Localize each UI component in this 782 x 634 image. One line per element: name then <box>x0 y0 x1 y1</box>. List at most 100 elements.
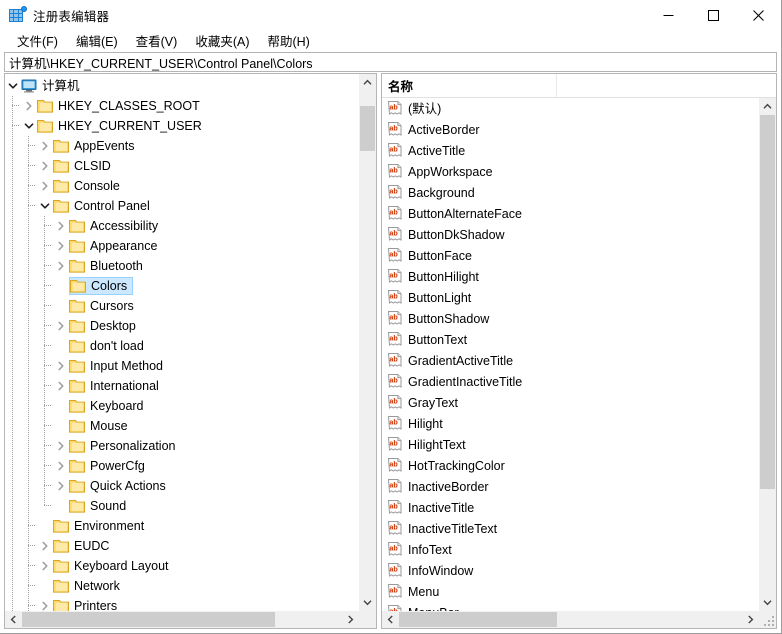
value-row[interactable]: abHilight <box>382 413 759 434</box>
tree-item-hit[interactable]: Keyboard Layout <box>37 557 174 575</box>
tree-item-desktop[interactable]: Desktop <box>5 316 359 336</box>
tree-vertical-scrollbar[interactable] <box>359 74 376 611</box>
value-row[interactable]: abButtonText <box>382 329 759 350</box>
value-row[interactable]: abInfoWindow <box>382 560 759 581</box>
menu-favorites[interactable]: 收藏夹(A) <box>186 29 258 53</box>
chevron-right-icon[interactable] <box>37 158 53 174</box>
list-hscroll-thumb[interactable] <box>399 612 557 627</box>
tree-item-network[interactable]: Network <box>5 576 359 596</box>
tree-item-appevents[interactable]: AppEvents <box>5 136 359 156</box>
value-row[interactable]: abButtonHilight <box>382 266 759 287</box>
resize-grip[interactable] <box>759 611 776 628</box>
value-row[interactable]: abMenuBar <box>382 602 759 611</box>
value-row[interactable]: abAppWorkspace <box>382 161 759 182</box>
scroll-right-icon[interactable] <box>742 611 759 628</box>
tree-item-hit[interactable]: Mouse <box>53 417 133 435</box>
tree-item-control-panel[interactable]: Control Panel <box>5 196 359 216</box>
scroll-down-icon[interactable] <box>759 594 776 611</box>
list-horizontal-scrollbar[interactable] <box>382 611 776 628</box>
tree-item-hit[interactable]: don't load <box>53 337 149 355</box>
list-vscroll-thumb[interactable] <box>760 115 775 489</box>
chevron-right-icon[interactable] <box>37 538 53 554</box>
value-row[interactable]: abMenu <box>382 581 759 602</box>
tree-item-hit[interactable]: Sound <box>53 497 131 515</box>
tree-item-hkey-current-user[interactable]: HKEY_CURRENT_USER <box>5 116 359 136</box>
tree-item-clsid[interactable]: CLSID <box>5 156 359 176</box>
tree-item-hit[interactable]: Console <box>37 177 125 195</box>
chevron-down-icon[interactable] <box>5 78 21 94</box>
scroll-left-icon[interactable] <box>5 611 22 628</box>
chevron-right-icon[interactable] <box>53 358 69 374</box>
tree-vscroll-thumb[interactable] <box>360 106 375 151</box>
tree-item-input-method[interactable]: Input Method <box>5 356 359 376</box>
tree-item-international[interactable]: International <box>5 376 359 396</box>
tree-item-accessibility[interactable]: Accessibility <box>5 216 359 236</box>
scroll-up-icon[interactable] <box>759 98 776 115</box>
tree-item-environment[interactable]: Environment <box>5 516 359 536</box>
tree-item-hit[interactable]: Appearance <box>53 237 162 255</box>
scroll-up-icon[interactable] <box>359 74 376 91</box>
tree-item-mouse[interactable]: Mouse <box>5 416 359 436</box>
chevron-right-icon[interactable] <box>53 218 69 234</box>
address-bar[interactable]: 计算机\HKEY_CURRENT_USER\Control Panel\Colo… <box>4 52 777 72</box>
tree-item-hit[interactable]: Network <box>37 577 125 595</box>
value-row[interactable]: abGradientActiveTitle <box>382 350 759 371</box>
chevron-right-icon[interactable] <box>37 558 53 574</box>
menu-help[interactable]: 帮助(H) <box>258 29 318 53</box>
value-row[interactable]: abButtonLight <box>382 287 759 308</box>
tree-item-keyboard[interactable]: Keyboard <box>5 396 359 416</box>
value-row[interactable]: ab(默认) <box>382 98 759 119</box>
menu-edit[interactable]: 编辑(E) <box>67 29 127 53</box>
tree-item-hit[interactable]: EUDC <box>37 537 114 555</box>
tree-item-hit[interactable]: Quick Actions <box>53 477 171 495</box>
tree-item-hit[interactable]: CLSID <box>37 157 116 175</box>
value-row[interactable]: abInactiveBorder <box>382 476 759 497</box>
value-row[interactable]: abInfoText <box>382 539 759 560</box>
value-row[interactable]: abInactiveTitleText <box>382 518 759 539</box>
tree-horizontal-scrollbar[interactable] <box>5 611 376 628</box>
chevron-right-icon[interactable] <box>37 598 53 611</box>
chevron-right-icon[interactable] <box>53 458 69 474</box>
chevron-right-icon[interactable] <box>53 438 69 454</box>
tree-item-hit[interactable]: Desktop <box>53 317 141 335</box>
close-button[interactable] <box>736 0 781 30</box>
chevron-right-icon[interactable] <box>53 378 69 394</box>
tree-item-hit[interactable]: Colors <box>69 277 133 295</box>
value-row[interactable]: abButtonDkShadow <box>382 224 759 245</box>
tree-item-sound[interactable]: Sound <box>5 496 359 516</box>
value-row[interactable]: abHotTrackingColor <box>382 455 759 476</box>
tree-item-hkey-classes-root[interactable]: HKEY_CLASSES_ROOT <box>5 96 359 116</box>
tree-item-hit[interactable]: Bluetooth <box>53 257 148 275</box>
list-hscroll-track[interactable] <box>399 611 742 628</box>
chevron-right-icon[interactable] <box>37 138 53 154</box>
tree-item-hit[interactable]: Personalization <box>53 437 180 455</box>
tree-item-hit[interactable]: 计算机 <box>5 77 85 95</box>
chevron-down-icon[interactable] <box>37 198 53 214</box>
maximize-button[interactable] <box>691 0 736 30</box>
value-row[interactable]: abHilightText <box>382 434 759 455</box>
value-row[interactable]: abBackground <box>382 182 759 203</box>
tree-vscroll-track[interactable] <box>359 91 376 594</box>
value-row[interactable]: abActiveTitle <box>382 140 759 161</box>
chevron-right-icon[interactable] <box>53 478 69 494</box>
tree-item-hit[interactable]: Printers <box>37 597 122 611</box>
menu-view[interactable]: 查看(V) <box>127 29 187 53</box>
tree-item-hit[interactable]: Input Method <box>53 357 168 375</box>
value-row[interactable]: abButtonShadow <box>382 308 759 329</box>
chevron-right-icon[interactable] <box>53 238 69 254</box>
chevron-right-icon[interactable] <box>21 98 37 114</box>
list-vertical-scrollbar[interactable] <box>759 98 776 611</box>
value-row[interactable]: abGradientInactiveTitle <box>382 371 759 392</box>
tree-item-hit[interactable]: Keyboard <box>53 397 149 415</box>
menu-file[interactable]: 文件(F) <box>8 29 67 53</box>
tree-item-console[interactable]: Console <box>5 176 359 196</box>
tree-item-personalization[interactable]: Personalization <box>5 436 359 456</box>
scroll-left-icon[interactable] <box>382 611 399 628</box>
chevron-right-icon[interactable] <box>53 258 69 274</box>
value-row[interactable]: abActiveBorder <box>382 119 759 140</box>
tree-item-hit[interactable]: HKEY_CURRENT_USER <box>21 117 207 135</box>
value-row[interactable]: abButtonAlternateFace <box>382 203 759 224</box>
tree-item-quick-actions[interactable]: Quick Actions <box>5 476 359 496</box>
scroll-down-icon[interactable] <box>359 594 376 611</box>
tree-item-powercfg[interactable]: PowerCfg <box>5 456 359 476</box>
